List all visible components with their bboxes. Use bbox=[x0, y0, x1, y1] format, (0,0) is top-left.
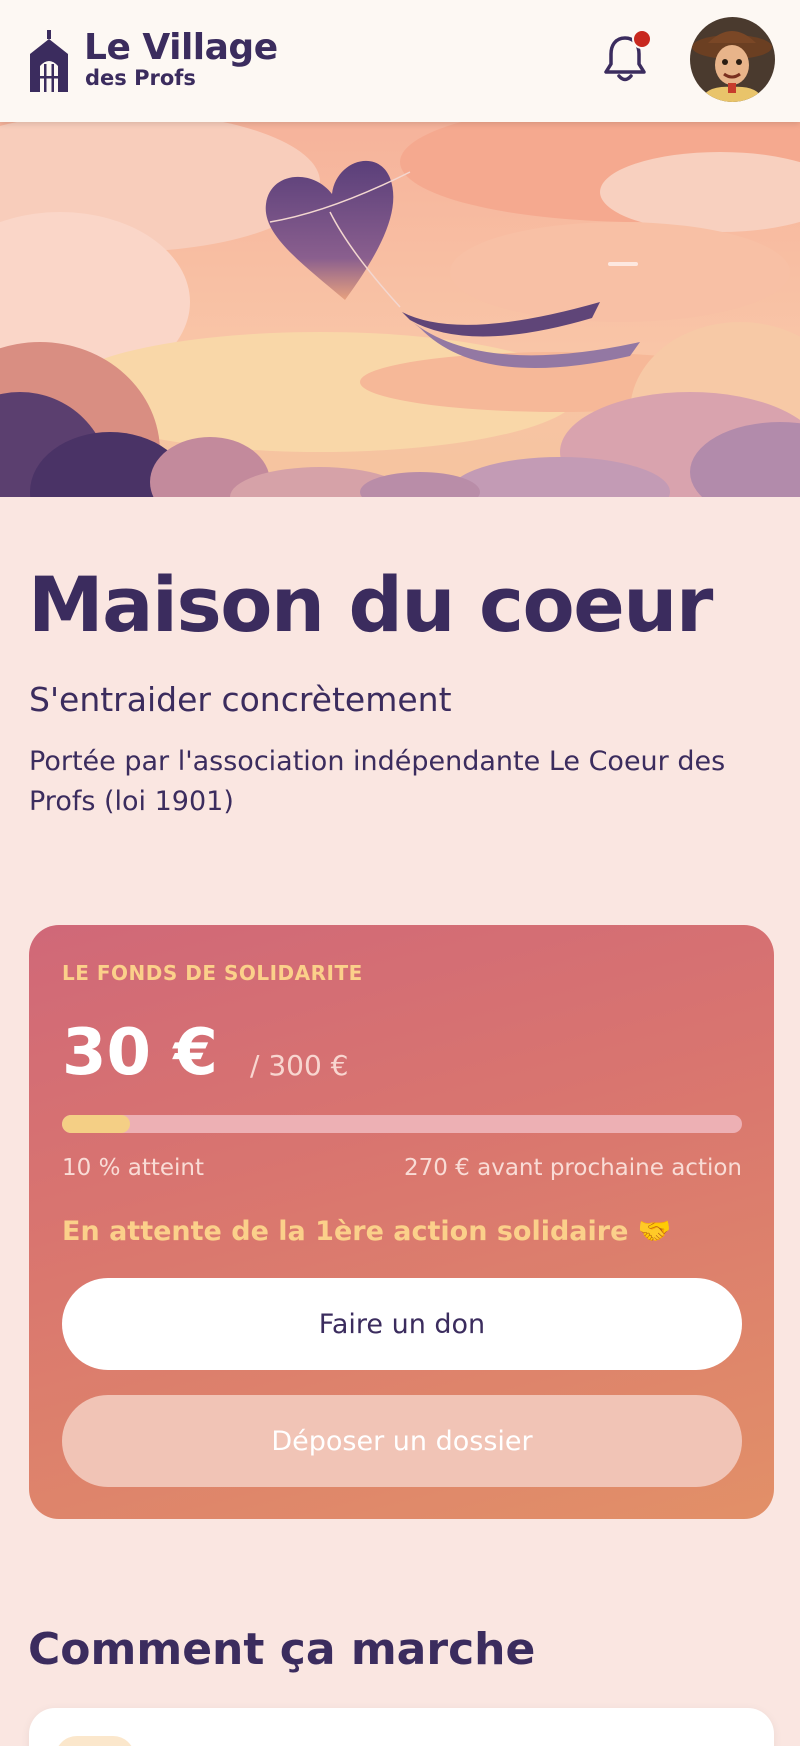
page-title: Maison du coeur bbox=[28, 560, 713, 649]
notification-dot bbox=[632, 29, 652, 49]
fund-remaining-label: 270 € avant prochaine action bbox=[403, 1155, 742, 1181]
fund-percent-label: 10 % atteint bbox=[62, 1155, 205, 1181]
fund-status: En attente de la 1ère action solidaire 🤝 bbox=[62, 1216, 672, 1247]
avatar[interactable] bbox=[690, 17, 775, 102]
page-description: Portée par l'association indépendante Le… bbox=[29, 746, 726, 817]
submit-file-button[interactable]: Déposer un dossier bbox=[62, 1395, 742, 1487]
how-it-works-card bbox=[29, 1708, 774, 1746]
fund-progress-fill bbox=[62, 1115, 130, 1133]
how-it-works-title: Comment ça marche bbox=[28, 1624, 536, 1675]
step-icon bbox=[55, 1736, 135, 1746]
fund-goal: / 300 € bbox=[250, 1049, 349, 1082]
fund-eyebrow: LE FONDS DE SOLIDARITE bbox=[62, 961, 363, 985]
heart-kite-illustration bbox=[0, 122, 800, 497]
app-logo[interactable]: Le Village des Profs bbox=[28, 28, 278, 94]
hero-illustration bbox=[0, 122, 800, 497]
logo-title: Le Village bbox=[84, 27, 278, 68]
donate-button[interactable]: Faire un don bbox=[62, 1278, 742, 1370]
logo-subtitle: des Profs bbox=[85, 66, 196, 90]
solidarity-fund-card: LE FONDS DE SOLIDARITE 30 € / 300 € 10 %… bbox=[29, 925, 774, 1519]
page-subtitle: S'entraider concrètement bbox=[29, 680, 452, 719]
house-logo-icon bbox=[30, 30, 68, 92]
fund-progress-bar bbox=[62, 1115, 742, 1133]
fund-amount: 30 € bbox=[62, 1016, 218, 1090]
app-header: Le Village des Profs bbox=[0, 0, 800, 122]
